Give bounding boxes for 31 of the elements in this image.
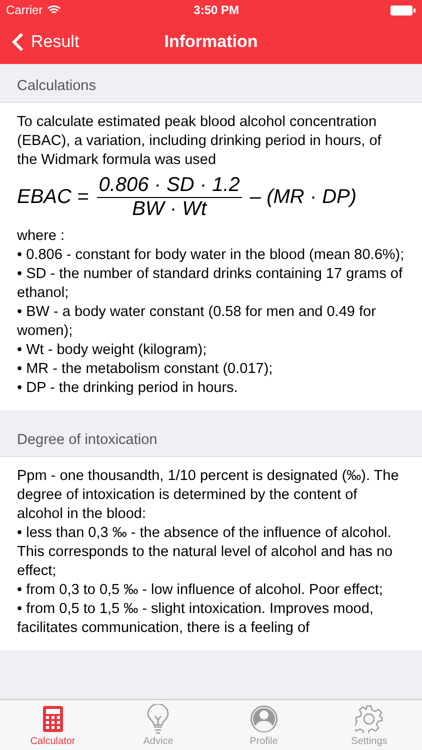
paragraph: • BW - a body water constant (0.58 for men and 0.49 for women);: [17, 303, 377, 341]
screen-title: Information: [164, 32, 258, 52]
carrier-label: Carrier: [6, 3, 43, 17]
paragraph: • DP - the drinking period in hours.: [17, 379, 239, 398]
clock-time: 3:50 PM: [192, 3, 240, 17]
settings-icon: [355, 705, 384, 733]
paragraph: • less than 0,3 ‰ - the absence of the influence of alcohol. This corresponds to the natural level of alcohol and has no effect;: [17, 524, 394, 581]
paragraph: • MR - the metabolism constant (0.017);: [17, 360, 274, 379]
paragraph: • 0.806 - constant for body water in the blood (mean 80.6%);: [17, 246, 405, 265]
tab-item[interactable]: Profile: [211, 700, 316, 750]
lightbulb-icon: [147, 704, 170, 734]
formula-numerator: 0.806 · SD · 1.2: [96, 174, 242, 198]
paragraph: where :: [17, 227, 66, 246]
tab-item[interactable]: Advice: [106, 700, 211, 750]
paragraph: • from 0,5 to 1,5 ‰ - slight intoxication. Improves mood, facilitates communication, there is a feeling of: [17, 600, 374, 638]
battery-icon: [390, 4, 416, 16]
calculator-icon: [42, 706, 63, 732]
formula-text: – (MR · DP): [250, 186, 357, 209]
tab-item[interactable]: Calculator: [0, 700, 106, 750]
tab-item[interactable]: Settings: [316, 700, 422, 750]
back-button[interactable]: Result: [0, 32, 80, 52]
chevron-left-icon: [12, 32, 24, 52]
wifi-icon: [46, 5, 61, 15]
paragraph: Ppm - one thousandth, 1/10 percent is designated (‰). The degree of intoxication is determined by the content of alcohol in the blood:: [17, 467, 400, 524]
profile-icon: [250, 705, 278, 733]
paragraph: To calculate estimated peak blood alcohol concentration (EBAC), a variation, including drinking period in hours, of the Widmark formula was used: [17, 113, 382, 170]
formula-denominator: BW · Wt: [132, 198, 207, 221]
formula-text: EBAC =: [17, 186, 89, 209]
paragraph: • SD - the number of standard drinks containing 17 grams of ethanol;: [17, 265, 404, 303]
paragraph: • Wt - body weight (kilogram);: [17, 341, 208, 360]
paragraph: • from 0,3 to 0,5 ‰ - low influence of alcohol. Poor effect;: [17, 581, 384, 600]
